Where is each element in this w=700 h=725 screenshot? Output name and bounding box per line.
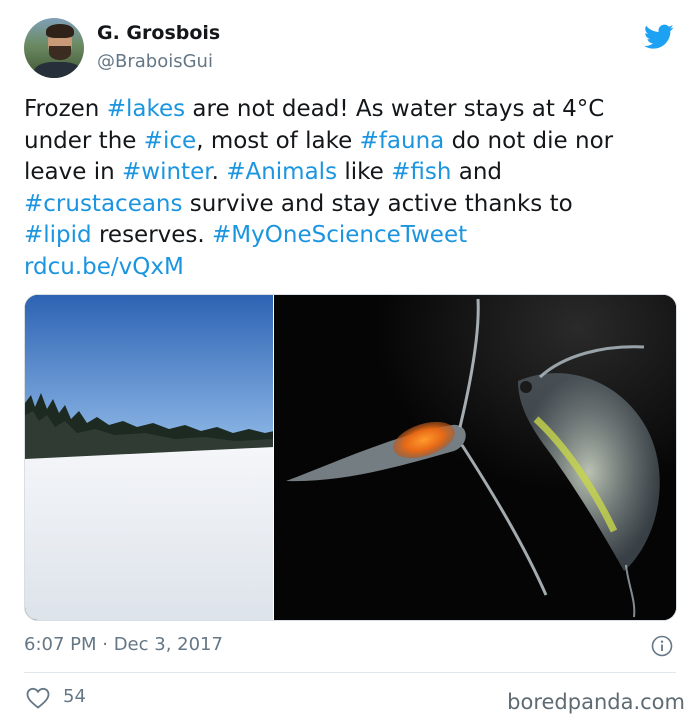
divider [24,672,676,673]
info-icon[interactable] [651,635,673,657]
tweet-line: #crustaceans survive and stay active tha… [24,189,676,221]
tweet-line: #lipid reserves. #MyOneScienceTweet [24,220,676,252]
hashtag-link[interactable]: #lakes [107,96,185,122]
tweet-text-segment: and [451,159,503,185]
tweet-text-segment: are not dead! As water stays at 4°C [185,96,605,122]
tweet-text-segment: Frozen [24,96,107,122]
like-count: 54 [63,686,86,707]
hashtag-link[interactable]: #winter [122,159,212,185]
tweet-header: G. Grosbois @BraboisGui [24,18,676,80]
tweet-text-segment: leave in [24,159,122,185]
url-link[interactable]: rdcu.be/vQxM [24,254,184,280]
tweet-line: under the #ice, most of lake #fauna do n… [24,126,676,158]
hashtag-link[interactable]: #ice [144,128,196,154]
tweet-text-segment: under the [24,127,144,154]
tweet-text-segment: . [211,159,227,185]
avatar-hair [46,24,74,38]
frozen-lake-photo[interactable] [25,295,274,620]
tweet-text: Frozen #lakes are not dead! As water sta… [24,94,676,283]
tweet-media[interactable] [24,294,677,621]
author-handle[interactable]: @BraboisGui [97,51,213,72]
hashtag-link[interactable]: #Animals [226,159,337,185]
hashtag-link[interactable]: #fish [391,159,451,185]
twitter-bird-icon[interactable] [644,24,674,50]
avatar[interactable] [24,18,84,78]
author-name[interactable]: G. Grosbois [97,22,220,44]
tweet-line: rdcu.be/vQxM [24,252,676,284]
hashtag-link[interactable]: #MyOneScienceTweet [212,222,467,248]
hashtag-link[interactable]: #lipid [24,222,92,248]
tweet-text-segment: do not die nor [444,127,614,154]
tweet-text-segment: like [337,159,392,185]
tweet-text-segment: , most of lake [196,127,360,154]
tweet-text-segment: reserves. [91,222,213,248]
hashtag-link[interactable]: #crustaceans [24,191,183,217]
heart-icon[interactable] [26,687,50,709]
hashtag-link[interactable]: #fauna [360,128,445,154]
zooplankton-photo[interactable] [274,295,676,620]
avatar-beard [49,46,71,60]
avatar-shirt [34,62,82,78]
tweet-text-segment: survive and stay active thanks to [182,190,573,217]
tweet-line: Frozen #lakes are not dead! As water sta… [24,94,676,126]
watermark: boredpanda.com [507,690,685,714]
tweet-timestamp[interactable]: 6:07 PM · Dec 3, 2017 [24,634,223,655]
tweet-line: leave in #winter. #Animals like #fish an… [24,157,676,189]
